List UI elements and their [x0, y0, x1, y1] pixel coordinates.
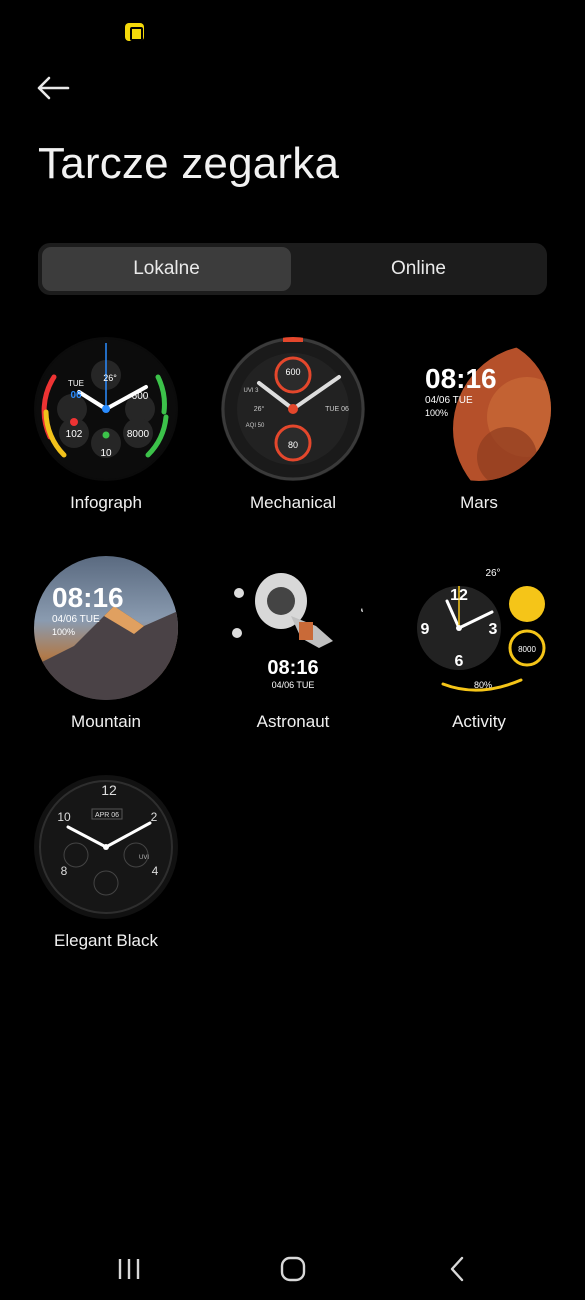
face-hour-2: 2 — [151, 810, 158, 824]
watch-face-thumbnail: 08:16 04/06 TUE — [221, 556, 365, 700]
face-time: 08:16 — [425, 363, 497, 394]
face-time: 08:16 — [267, 657, 319, 679]
face-hour-8: 8 — [61, 864, 68, 878]
face-steps: 8000 — [127, 429, 150, 440]
watch-face-mountain[interactable]: 08:16 04/06 TUE 100% Mountain — [31, 556, 181, 732]
face-date: 04/06 TUE — [52, 614, 100, 625]
face-top-value: 600 — [285, 367, 300, 377]
face-hour-6: 6 — [455, 653, 464, 670]
watch-face-activity[interactable]: 12 3 6 9 26° 8000 80% Activity — [404, 556, 554, 732]
face-day: TUE 06 — [325, 406, 349, 413]
face-date: 04/06 TUE — [425, 395, 473, 406]
watch-face-thumbnail: APR 06 12 2 4 8 10 UVI — [34, 775, 178, 919]
face-temp: 26° — [254, 405, 265, 413]
watch-face-infograph[interactable]: TUE 06 26° 600 102 8000 10 Infograph — [31, 337, 181, 513]
face-calories: 600 — [132, 391, 149, 402]
face-battery: 100% — [52, 627, 76, 637]
face-uvi: UVI 3 — [243, 388, 259, 394]
face-hour-12: 12 — [450, 587, 468, 604]
watch-face-thumbnail: TUE 06 26° 600 102 8000 10 — [34, 337, 178, 481]
face-hour-3: 3 — [489, 621, 498, 638]
face-battery: 80% — [474, 680, 492, 690]
watch-face-name: Elegant Black — [54, 931, 158, 950]
watch-face-thumbnail: 08:16 04/06 TUE 100% — [407, 337, 551, 481]
chevron-left-icon — [450, 1256, 464, 1282]
tab-local[interactable]: Lokalne — [42, 247, 291, 291]
face-hour-12: 12 — [101, 782, 117, 798]
watch-face-name: Astronaut — [256, 712, 330, 731]
recents-button[interactable] — [99, 1252, 159, 1286]
watch-face-thumbnail: 12 3 6 9 26° 8000 80% — [407, 556, 551, 700]
face-temp: 26° — [485, 568, 500, 579]
face-weather: 26° — [103, 373, 117, 383]
page-title: Tarcze zegarka — [38, 139, 340, 188]
watch-face-astronaut[interactable]: 08:16 04/06 TUE Astronaut — [218, 556, 368, 732]
face-date-num: 06 — [70, 390, 82, 401]
face-steps: 8000 — [518, 645, 536, 654]
watch-face-name: Mars — [460, 493, 498, 512]
face-stand: 10 — [100, 448, 112, 459]
recent-apps-icon — [118, 1259, 140, 1279]
face-date: APR 06 — [95, 812, 119, 819]
tab-switcher: Lokalne Online — [38, 243, 547, 295]
watch-face-name: Activity — [452, 712, 506, 731]
face-date: 04/06 TUE — [271, 680, 315, 690]
face-hour-4: 4 — [152, 864, 159, 878]
system-nav-bar — [0, 1230, 585, 1300]
back-button[interactable] — [36, 70, 76, 106]
status-notification-icon — [125, 23, 144, 41]
watch-face-name: Mechanical — [250, 493, 336, 512]
watch-face-thumbnail: 08:16 04/06 TUE 100% — [34, 556, 178, 700]
watch-face-name: Mountain — [71, 712, 141, 731]
arrow-left-icon — [37, 76, 70, 100]
watch-face-thumbnail: 600 UVI 3 26° AQI 50 TUE 06 80 — [221, 337, 365, 481]
face-battery: 100% — [425, 408, 449, 418]
watch-face-elegant-black[interactable]: APR 06 12 2 4 8 10 UVI Elegant Black — [31, 775, 181, 951]
face-uvi: UVI — [139, 855, 149, 861]
face-heart-rate: 102 — [66, 429, 83, 440]
face-bottom-value: 80 — [288, 440, 298, 450]
home-button[interactable] — [263, 1252, 323, 1286]
face-aqi: AQI 50 — [246, 423, 265, 429]
face-time: 08:16 — [52, 582, 124, 613]
watch-face-mars[interactable]: 08:16 04/06 TUE 100% Mars — [404, 337, 554, 513]
face-day: TUE — [68, 379, 84, 388]
home-icon — [280, 1256, 306, 1282]
tab-online[interactable]: Online — [294, 247, 543, 291]
nav-back-button[interactable] — [427, 1252, 487, 1286]
watch-face-mechanical[interactable]: 600 UVI 3 26° AQI 50 TUE 06 80 Mechanica… — [218, 337, 368, 513]
watch-face-name: Infograph — [70, 493, 142, 512]
face-hour-9: 9 — [421, 621, 430, 638]
face-hour-10: 10 — [57, 810, 71, 824]
